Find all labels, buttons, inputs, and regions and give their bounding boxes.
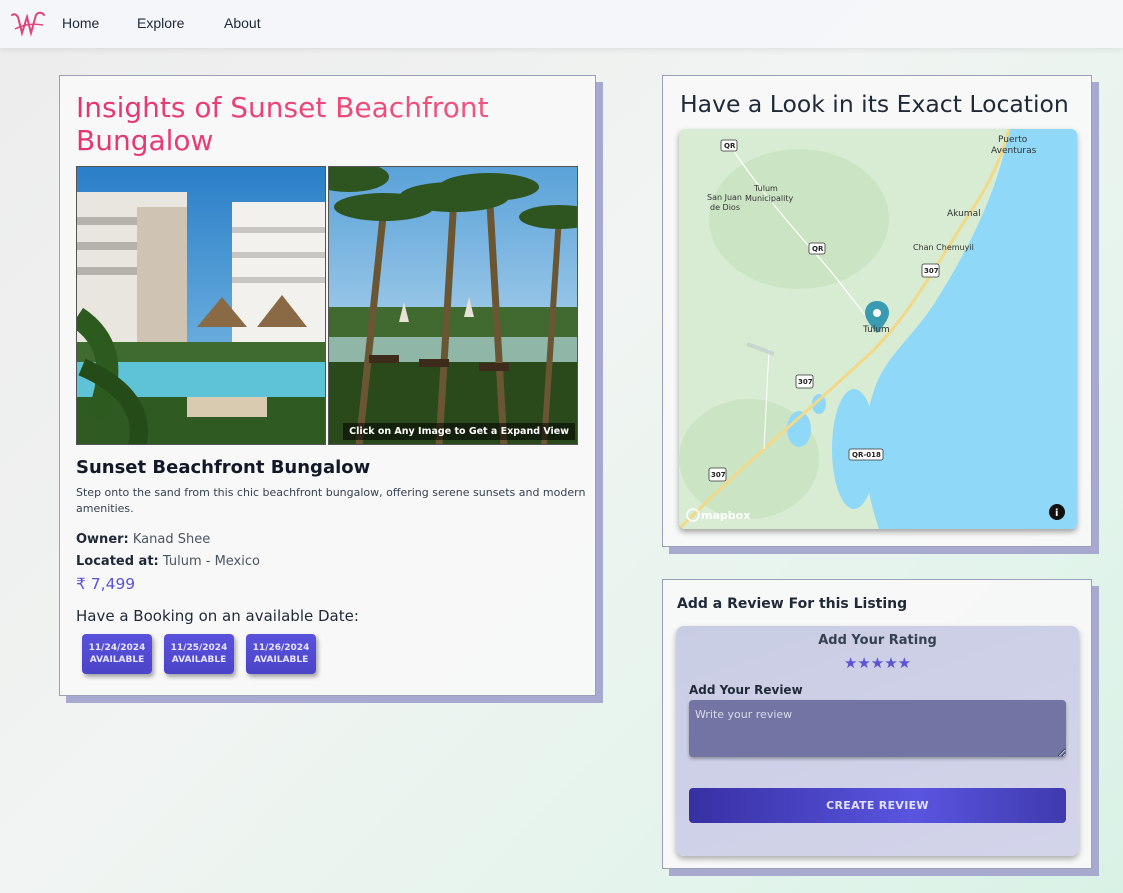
listing-name: Sunset Beachfront Bungalow: [76, 457, 371, 478]
listing-description: Step onto the sand from this chic beachf…: [76, 486, 586, 515]
map-title: Have a Look in its Exact Location: [680, 90, 1069, 118]
owner-name: Kanad Shee: [132, 532, 211, 547]
review-form: Add Your Rating ★★★★★ Add Your Review CR…: [676, 626, 1079, 856]
info-icon[interactable]: i: [1049, 504, 1065, 520]
road-badge-qr: QR: [724, 142, 736, 150]
image-gallery: Click on Any Image to Get a Expand View: [76, 166, 579, 445]
review-label: Add Your Review: [689, 683, 803, 697]
available-dates: 11/24/2024 AVAILABLE 11/25/2024 AVAILABL…: [82, 634, 316, 674]
owner-label: Owner:: [76, 532, 129, 547]
gallery-image-palms[interactable]: Click on Any Image to Get a Expand View: [328, 166, 578, 445]
date-chip-date: 11/26/2024: [252, 643, 310, 653]
star-rating[interactable]: ★★★★★: [676, 654, 1079, 672]
map-label-akumal: Akumal: [947, 209, 981, 219]
date-chip-date: 11/25/2024: [170, 643, 228, 653]
gallery-image-pool[interactable]: [76, 166, 326, 445]
date-chip[interactable]: 11/26/2024 AVAILABLE: [246, 634, 316, 674]
map-label-san-juan-1: San Juan: [707, 193, 742, 202]
mapbox-attribution: mapbox: [701, 509, 750, 522]
logo-icon[interactable]: [8, 8, 48, 40]
date-chip-status: AVAILABLE: [171, 655, 227, 665]
owner-line: Owner: Kanad Shee: [76, 532, 210, 547]
rating-label: Add Your Rating: [818, 633, 937, 648]
booking-title: Have a Booking on an available Date:: [76, 607, 359, 625]
expand-view-hint: Click on Any Image to Get a Expand View: [343, 423, 575, 440]
review-card: Add a Review For this Listing Add Your R…: [662, 579, 1092, 869]
date-chip-date: 11/24/2024: [88, 643, 146, 653]
map-label-puerto: Puerto: [998, 135, 1028, 145]
nav-home-link[interactable]: Home: [62, 15, 99, 31]
nav-about-link[interactable]: About: [224, 15, 261, 31]
date-chip-status: AVAILABLE: [253, 655, 309, 665]
location-value: Tulum - Mexico: [162, 554, 260, 569]
road-badge-307: 307: [924, 267, 939, 275]
date-chip-status: AVAILABLE: [89, 655, 145, 665]
map-label-aventuras: Aventuras: [991, 146, 1037, 156]
map-card: Have a Look in its Exact Location Puerto…: [662, 75, 1092, 547]
road-badge-307: 307: [798, 378, 813, 386]
map-label-san-juan-2: de Dios: [710, 203, 740, 212]
location-label: Located at:: [76, 554, 159, 569]
listing-price: ₹ 7,499: [76, 575, 136, 593]
map-label-chan-chemuyil: Chan Chemuyil: [913, 243, 974, 252]
road-badge-qr-018: QR-018: [852, 451, 881, 459]
review-heading: Add a Review For this Listing: [677, 596, 908, 612]
map-label-tulum-municipality-1: Tulum: [753, 184, 778, 193]
date-chip[interactable]: 11/24/2024 AVAILABLE: [82, 634, 152, 674]
date-chip[interactable]: 11/25/2024 AVAILABLE: [164, 634, 234, 674]
svg-text:i: i: [1055, 508, 1058, 519]
road-badge-307: 307: [711, 471, 726, 479]
map-label-tulum: Tulum: [862, 325, 890, 335]
location-line: Located at: Tulum - Mexico: [76, 554, 260, 569]
listing-card: Insights of Sunset Beachfront Bungalow C…: [59, 75, 596, 696]
road-badge-qr: QR: [812, 245, 824, 253]
top-navbar: Home Explore About: [0, 0, 1123, 48]
listing-heading: Insights of Sunset Beachfront Bungalow: [76, 91, 546, 157]
create-review-button[interactable]: CREATE REVIEW: [689, 788, 1066, 823]
map-label-tulum-municipality-2: Municipality: [745, 194, 793, 203]
nav-explore-link[interactable]: Explore: [137, 15, 184, 31]
location-map[interactable]: Puerto Aventuras Akumal Chan Chemuyil Tu…: [679, 129, 1077, 529]
review-textarea[interactable]: [689, 700, 1066, 757]
